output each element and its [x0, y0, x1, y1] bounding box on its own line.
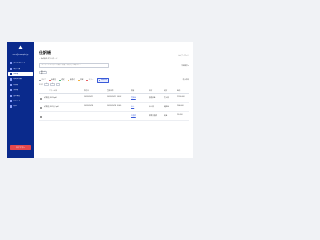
download-journal-link[interactable]: ・仕訳帳をダウンロード	[39, 58, 58, 60]
menu-icon	[10, 83, 13, 86]
memo-link[interactable]: 売掛金	[131, 97, 136, 99]
sidebar-item-label: 決算書	[13, 89, 19, 92]
row-checkbox[interactable]	[40, 97, 42, 100]
column-header-credit[interactable]: 貸方	[164, 90, 167, 92]
date-cell: 2023/09/21	[84, 97, 94, 99]
advanced-search-link[interactable]: 詳細検索 ▸	[181, 65, 189, 67]
sidebar-item[interactable]: ダッシュボード	[8, 61, 33, 66]
sidebar-item-label: 設定	[13, 105, 17, 108]
logout-button[interactable]: ログアウト	[10, 145, 31, 150]
status-filter-label: 未確定	[51, 80, 56, 82]
sidebar-item-label: 固定資産	[13, 94, 21, 97]
table-row[interactable]: 請求書_2023.pdf 2023/09/21 2023/09/21 14:02 売掛…	[39, 94, 189, 103]
status-filter-label: 確定	[61, 80, 65, 82]
column-header-date[interactable]: 取引日	[84, 90, 89, 92]
registered-cell: 2023/09/21 14:02	[107, 97, 122, 99]
column-header-amount[interactable]: 金額	[177, 90, 180, 92]
credit-cell: 買掛金	[164, 107, 169, 109]
file-name-cell[interactable]: 請求書_2023.pdf	[44, 97, 57, 99]
menu-icon	[10, 62, 13, 65]
debit-cell: 旅費交通費	[149, 116, 157, 118]
status-filter-label: 保留	[80, 80, 84, 82]
table-row[interactable]: 交通費旅費交通費 現金 ¥3,200	[39, 112, 189, 121]
credit-cell: 現金	[164, 116, 168, 118]
table-header: ファイル名 取引日 登録日時 摘要 借方 貸方 金額	[39, 86, 189, 94]
status-filter[interactable]: 確定	[59, 79, 65, 82]
sort-select[interactable]: 新しい順	[39, 70, 47, 75]
amount-cell: ¥120,000	[177, 97, 185, 99]
status-filter[interactable]: すべて	[39, 79, 46, 81]
memo-link[interactable]: 交通費	[131, 115, 136, 117]
sidebar-item-label: ダッシュボード	[13, 62, 26, 65]
sidebar-item-label: 総勘定元帳	[13, 78, 22, 81]
app-logo-icon[interactable]	[18, 45, 23, 50]
status-filter-label: すべて	[41, 80, 46, 82]
sidebar-item[interactable]: 仕訳帳	[8, 71, 33, 77]
sidebar-item-label: 取引一覧	[13, 67, 21, 70]
status-filter-label: エラー	[88, 80, 94, 82]
sidebar-item[interactable]: 取引一覧	[8, 66, 33, 71]
menu-icon	[10, 89, 13, 92]
status-filter-label: 要確認	[69, 80, 75, 82]
status-filter[interactable]: 未確定	[48, 79, 56, 82]
menu-icon	[10, 78, 13, 81]
sidebar-item[interactable]: 決算書	[8, 88, 33, 93]
app-window: user@example.jp ダッシュボード 取引一覧 仕訳帳 総勘定元帳 試算表 決算…	[7, 42, 193, 158]
row-checkbox[interactable]	[40, 115, 42, 118]
column-header-memo[interactable]: 摘要	[131, 90, 134, 92]
amount-cell: ¥54,000	[177, 106, 184, 108]
registered-cell: 2023/09/18 10:45	[107, 106, 122, 108]
page-size-select[interactable]: 表示件数	[183, 79, 189, 81]
search-input[interactable]: キーワードを入力して検索（摘要・取引先・金額など）	[39, 63, 109, 68]
credit-cell: 売上高	[164, 98, 169, 100]
menu-icon	[10, 100, 13, 103]
logout-label: ログアウト	[16, 146, 25, 149]
memo-link[interactable]: 仕入	[131, 106, 134, 108]
sidebar-item-label: 試算表	[13, 83, 19, 86]
sidebar-item-label: レポート	[13, 100, 21, 103]
status-filter-label: 自動仕訳	[100, 80, 108, 82]
debit-cell: 普通預金	[149, 98, 156, 100]
main-content: 仕訳帳 ヘルプ・ガイド ・仕訳帳をダウンロード キーワードを入力して検索（摘要・…	[34, 42, 193, 158]
status-filter[interactable]: 保留	[77, 79, 84, 82]
sidebar-item-label: 仕訳帳	[13, 73, 19, 76]
status-filter[interactable]: エラー	[86, 79, 93, 81]
menu-icon	[10, 94, 13, 97]
sidebar-item[interactable]: レポート	[8, 99, 33, 104]
menu-icon	[10, 67, 13, 70]
date-cell: 2023/09/18	[84, 106, 94, 108]
user-email: user@example.jp	[12, 54, 29, 56]
status-filter[interactable]: 要確認	[67, 79, 75, 82]
amount-cell: ¥3,200	[177, 115, 183, 117]
sidebar-item[interactable]: 設定	[8, 104, 33, 109]
debit-cell: 仕入高	[149, 107, 154, 109]
column-header-file[interactable]: ファイル名	[49, 90, 57, 92]
sidebar: user@example.jp ダッシュボード 取引一覧仕訳帳総勘定元帳試算表決算…	[7, 42, 34, 158]
column-header-debit[interactable]: 借方	[149, 90, 152, 92]
menu-icon	[10, 73, 13, 76]
journal-table: ファイル名 取引日 登録日時 摘要 借方 貸方 金額 請求書_2023.pdf 2…	[39, 86, 189, 121]
table-row[interactable]: 請求書_2023_2.pdf 2023/09/18 2023/09/18 10:45…	[39, 103, 189, 112]
file-name-cell[interactable]: 請求書_2023_2.pdf	[44, 106, 59, 108]
sidebar-item[interactable]: 試算表	[8, 83, 33, 88]
sidebar-item[interactable]: 総勘定元帳	[8, 77, 33, 82]
page-title: 仕訳帳	[39, 50, 51, 55]
sidebar-item[interactable]: 固定資産	[8, 93, 33, 98]
help-link[interactable]: ヘルプ・ガイド	[178, 55, 189, 57]
status-filter[interactable]: 自動仕訳	[96, 78, 110, 83]
menu-icon	[10, 105, 13, 108]
row-checkbox[interactable]	[40, 106, 42, 109]
column-header-registered[interactable]: 登録日時	[107, 90, 113, 92]
